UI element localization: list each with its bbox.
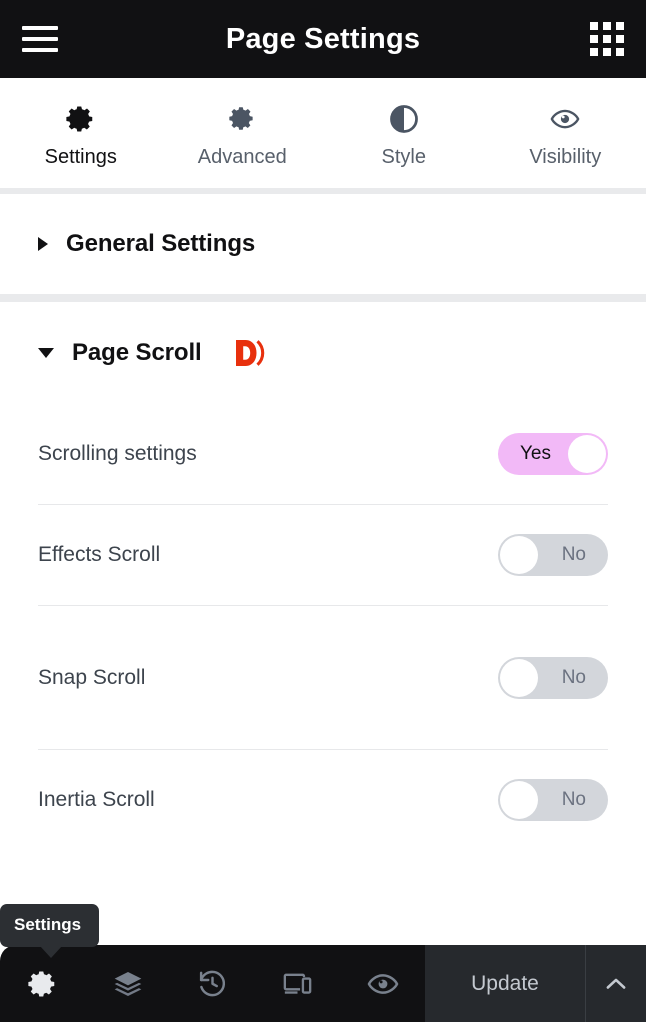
- chevron-up-icon: [602, 970, 630, 998]
- tab-settings[interactable]: Settings: [0, 78, 162, 194]
- layers-icon: [112, 968, 144, 1000]
- tooltip-label: Settings: [14, 915, 82, 934]
- toggle-snap-scroll[interactable]: No: [498, 656, 608, 699]
- toggle-scrolling-settings[interactable]: Yes: [498, 433, 608, 475]
- row-label: Inertia Scroll: [38, 788, 155, 811]
- tab-bar: Settings Advanced Style Visibility: [0, 78, 646, 194]
- eye-icon: [550, 104, 580, 134]
- section-general-settings-title: General Settings: [66, 230, 256, 257]
- caret-right-icon: [38, 237, 48, 251]
- tab-bar-underline: [0, 188, 646, 194]
- top-header: Page Settings: [0, 0, 646, 78]
- history-icon: [197, 968, 228, 999]
- dynamic-d-logo: [234, 338, 268, 368]
- page-settings-panel: Page Settings Settings Advanced Style Vi…: [0, 0, 646, 1022]
- responsive-icon: [282, 968, 313, 999]
- toggle-knob: [500, 658, 538, 697]
- grid-apps-icon[interactable]: [590, 22, 624, 56]
- toggle-knob: [500, 781, 538, 819]
- bottom-preview-button[interactable]: [340, 945, 425, 1022]
- hamburger-menu-icon[interactable]: [22, 24, 60, 54]
- tab-style[interactable]: Style: [323, 78, 485, 188]
- section-general-settings[interactable]: General Settings: [0, 194, 646, 294]
- row-snap-scroll: Snap Scroll No: [38, 606, 608, 749]
- toggle-value: No: [561, 666, 586, 688]
- tab-advanced-label: Advanced: [197, 145, 287, 168]
- toggle-value: Yes: [520, 443, 551, 464]
- settings-panel-body: General Settings Page Scroll Scrolling s…: [0, 194, 646, 945]
- gear-icon: [227, 104, 257, 134]
- tab-settings-label: Settings: [44, 145, 117, 168]
- bottom-history-button[interactable]: [170, 945, 255, 1022]
- bottom-toolbar-icons: [0, 945, 425, 1022]
- page-title: Page Settings: [225, 22, 421, 55]
- update-button-label: Update: [471, 971, 539, 995]
- toggle-knob: [568, 435, 606, 473]
- gear-icon: [27, 969, 58, 999]
- settings-tooltip: Settings: [0, 904, 100, 958]
- toggle-knob: [500, 536, 538, 574]
- section-divider: [0, 294, 646, 302]
- toggle-effects-scroll[interactable]: No: [498, 534, 608, 576]
- tab-style-label: Style: [381, 145, 426, 168]
- contrast-icon: [389, 104, 419, 134]
- toggle-value: No: [561, 789, 586, 810]
- page-scroll-rows: Scrolling settings Yes Effects Scroll No…: [0, 404, 646, 850]
- toggle-value: No: [561, 544, 586, 565]
- row-scrolling-settings: Scrolling settings Yes: [38, 404, 608, 504]
- bottom-toolbar: Update: [0, 945, 646, 1022]
- gear-icon: [66, 104, 96, 134]
- update-button[interactable]: Update: [425, 945, 585, 1022]
- caret-down-icon: [38, 348, 54, 358]
- section-page-scroll-title: Page Scroll: [72, 339, 202, 366]
- section-page-scroll[interactable]: Page Scroll: [0, 302, 646, 404]
- row-label: Effects Scroll: [38, 543, 161, 566]
- tab-visibility[interactable]: Visibility: [485, 78, 646, 188]
- bottom-responsive-button[interactable]: [255, 945, 340, 1022]
- tab-visibility-label: Visibility: [529, 145, 602, 168]
- tab-advanced[interactable]: Advanced: [162, 78, 324, 188]
- eye-icon: [367, 968, 399, 1000]
- toggle-inertia-scroll[interactable]: No: [498, 779, 608, 821]
- collapse-panel-button[interactable]: [585, 945, 646, 1022]
- row-inertia-scroll: Inertia Scroll No: [38, 750, 608, 850]
- row-effects-scroll: Effects Scroll No: [38, 505, 608, 605]
- row-label: Snap Scroll: [38, 665, 146, 689]
- bottom-layers-button[interactable]: [85, 945, 170, 1022]
- row-label: Scrolling settings: [38, 442, 197, 465]
